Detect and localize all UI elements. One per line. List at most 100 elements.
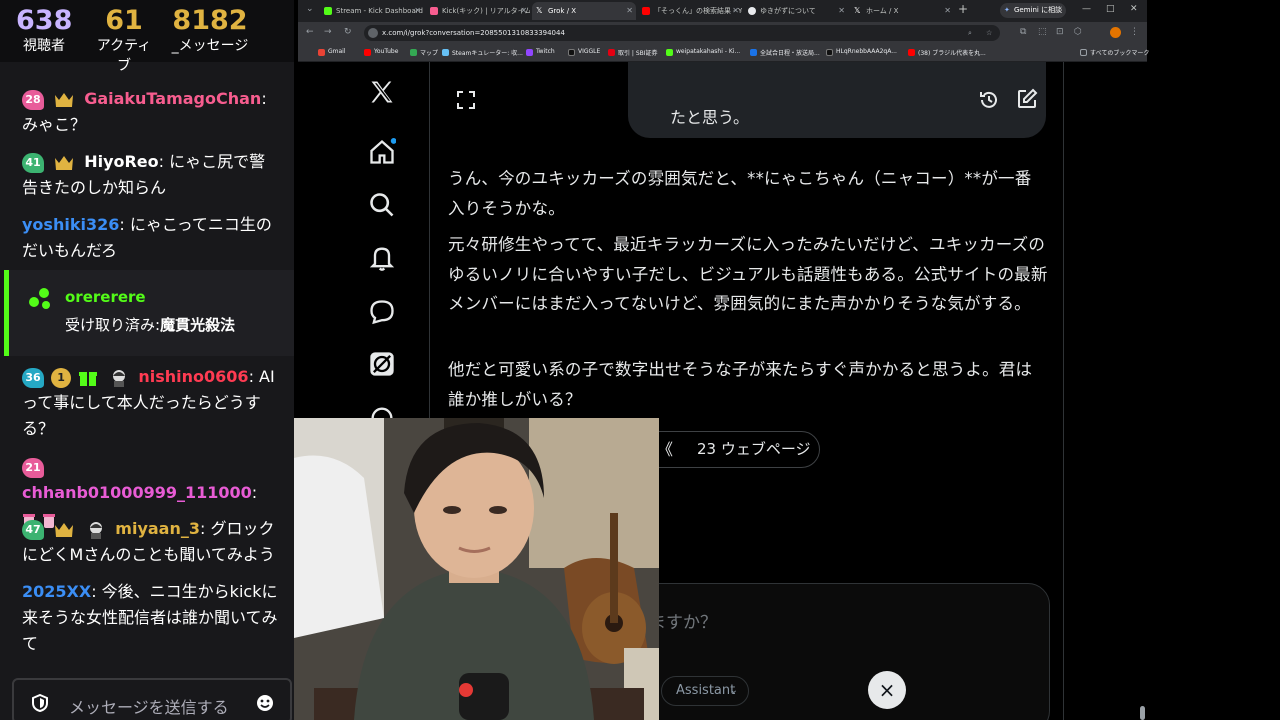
forward-icon[interactable]: → — [324, 27, 332, 37]
close-window-icon[interactable]: ✕ — [1130, 4, 1138, 14]
close-tab-icon[interactable]: ✕ — [520, 2, 527, 20]
bookmark-label: 取引 | SBI証券 — [618, 50, 658, 57]
chat-username[interactable]: 2025XX — [22, 582, 91, 601]
bookmark-label: マップ — [420, 50, 439, 57]
zoom-icon[interactable]: ⌕ — [968, 25, 972, 41]
profile-avatar[interactable] — [1110, 27, 1121, 38]
grok-response-paragraph: うん、今のユキッカーズの雰囲気だと、**にゃこちゃん（ニャコー）**が一番入りそ… — [448, 169, 1032, 218]
expand-icon[interactable] — [456, 90, 476, 110]
tab-label: Stream - Kick Dashboard — [336, 7, 423, 15]
tab-label: Grok / X — [548, 7, 577, 15]
source-favicons-icon: 《 — [657, 440, 674, 459]
gemini-label: Gemini に相談 — [1014, 6, 1063, 14]
bookmark-schedule[interactable]: 全試合日程・放送局... — [750, 48, 820, 57]
messages-icon[interactable] — [368, 298, 396, 326]
search-icon[interactable] — [368, 191, 396, 219]
grok-icon[interactable] — [368, 350, 396, 378]
message-count: 8182 _メッセージ — [170, 6, 250, 56]
chat-message-input[interactable]: メッセージを送信する — [12, 678, 292, 720]
bookmark-label: Gmail — [328, 48, 346, 55]
x-logo-icon[interactable] — [368, 78, 396, 106]
close-tab-icon[interactable]: ✕ — [944, 2, 951, 20]
bookmark-sbi[interactable]: 取引 | SBI証券 — [608, 48, 658, 57]
tab-kick-dashboard[interactable]: Stream - Kick Dashboard ✕ — [320, 2, 424, 20]
bookmark-gmail[interactable]: Gmail — [318, 48, 346, 56]
x-favicon-icon: 𝕏 — [536, 6, 543, 15]
bookmark-x-image[interactable]: HLqRnebbAAA2qA... — [826, 48, 897, 56]
home-icon[interactable] — [368, 138, 396, 166]
bookmark-maps[interactable]: マップ — [410, 48, 438, 57]
bookmark-steam[interactable]: Steamキュレーター: 収... — [442, 48, 523, 57]
tab-grok[interactable]: 𝕏 Grok / X ✕ — [532, 2, 636, 20]
sub-months-badge: 47 — [22, 519, 44, 540]
chat-username[interactable]: chhanb01000999_111000 — [22, 483, 252, 502]
bookmark-star-icon[interactable]: ☆ — [986, 25, 992, 41]
bookmark-viggle[interactable]: VIGGLE — [568, 48, 600, 56]
chat-username[interactable]: miyaan_3 — [115, 519, 200, 538]
reload-icon[interactable]: ↻ — [344, 27, 352, 37]
bookmark-twitch[interactable]: Twitch — [526, 48, 555, 56]
close-tab-icon[interactable]: ✕ — [414, 2, 421, 20]
back-icon[interactable]: ← — [306, 27, 314, 37]
schedule-icon — [750, 49, 757, 56]
gift-icon — [79, 371, 98, 386]
new-chat-edit-icon[interactable] — [1016, 88, 1038, 110]
notifications-bell-icon[interactable] — [368, 244, 396, 272]
model-selector[interactable]: Assistant ⌄ — [661, 676, 749, 706]
sources-button[interactable]: 《 23 ウェブページ — [640, 431, 820, 468]
cast-icon[interactable]: ⧉ — [1020, 27, 1026, 37]
bookmark-label: Twitch — [536, 48, 555, 55]
minimize-icon[interactable]: — — [1082, 4, 1091, 14]
url-bar[interactable]: x.com/i/grok?conversation=20855013108333… — [364, 25, 1000, 41]
all-bookmarks[interactable]: すべてのブックマーク — [1080, 48, 1149, 57]
tab-kick-live[interactable]: Kick(キック) | リアルタイム配信✕ — [426, 2, 530, 20]
bookmark-kick-channel[interactable]: weipatakahashi - Ki... — [666, 48, 740, 56]
shield-icon[interactable] — [32, 694, 48, 712]
page-scrollbar[interactable] — [1140, 706, 1145, 720]
close-tab-icon[interactable]: ✕ — [838, 2, 845, 20]
streamer-webcam-image — [294, 418, 659, 720]
emoji-icon[interactable] — [256, 694, 274, 712]
tab-search-icon[interactable]: ⌄ — [306, 4, 314, 14]
tab-label: ホーム / X — [866, 7, 899, 15]
close-tab-icon[interactable]: ✕ — [732, 2, 739, 20]
gemini-sparkle-icon: ✦ — [1004, 6, 1010, 14]
chat-username[interactable]: HiyoReo — [84, 152, 158, 171]
sidebar-icon[interactable]: ⊡ — [1056, 27, 1064, 37]
webcam-overlay — [294, 418, 659, 720]
steam-icon — [442, 49, 449, 56]
chat-text: : — [251, 483, 258, 502]
chevron-down-icon: ⌄ — [729, 685, 738, 696]
bookmark-youtube[interactable]: YouTube — [364, 48, 398, 56]
kick-chat-panel: 638 視聴者 61 アクティブ 8182 _メッセージ 28 GaiakuTa… — [0, 0, 294, 720]
tab-youtube-search[interactable]: 「そっくん」の検索結果 - Yo ✕ — [638, 2, 742, 20]
tab-yukigazu[interactable]: ゆきがずについて ✕ — [744, 2, 848, 20]
chat-username[interactable]: nishino0606 — [138, 367, 248, 386]
sub-months-badge: 36 — [22, 367, 44, 388]
viewer-count: 638 視聴者 — [16, 6, 72, 56]
viewer-count-value: 638 — [16, 5, 73, 36]
maximize-icon[interactable]: □ — [1106, 4, 1115, 14]
chat-username[interactable]: yoshiki326 — [22, 215, 119, 234]
close-tab-icon[interactable]: ✕ — [626, 2, 633, 20]
reward-username[interactable]: orererere — [65, 288, 146, 306]
bookmark-label: 全試合日程・放送局... — [760, 50, 820, 57]
bookmark-brazil[interactable]: (38) ブラジル代表を丸... — [908, 48, 986, 57]
crown-icon — [55, 92, 74, 107]
twitch-icon — [526, 49, 533, 56]
extensions-icon[interactable]: ⬡ — [1074, 27, 1082, 37]
stop-generation-button[interactable]: × — [868, 671, 906, 709]
site-info-icon[interactable] — [368, 28, 378, 38]
chat-username[interactable]: GaiakuTamagoChan — [84, 89, 261, 108]
tab-label: ゆきがずについて — [760, 7, 816, 15]
chat-message: 41 HiyoReo: にゃこ尻で警告きたのしか知らん — [22, 149, 280, 201]
history-icon[interactable] — [978, 89, 1000, 111]
new-tab-icon[interactable]: + — [958, 2, 968, 16]
chat-message: 28 GaiakuTamagoChan: みゃこ？ — [22, 86, 280, 138]
tab-x-home[interactable]: 𝕏 ホーム / X ✕ — [850, 2, 954, 20]
gemini-button[interactable]: ✦ Gemini に相談 — [1000, 3, 1066, 18]
maps-icon — [410, 49, 417, 56]
chat-message: 2025XX: 今後、ニコ生からkickに来そうな女性配信者は誰か聞いてみて — [22, 579, 280, 657]
menu-kebab-icon[interactable]: ⋮ — [1130, 27, 1139, 37]
screenshot-icon[interactable]: ⬚ — [1038, 27, 1047, 37]
